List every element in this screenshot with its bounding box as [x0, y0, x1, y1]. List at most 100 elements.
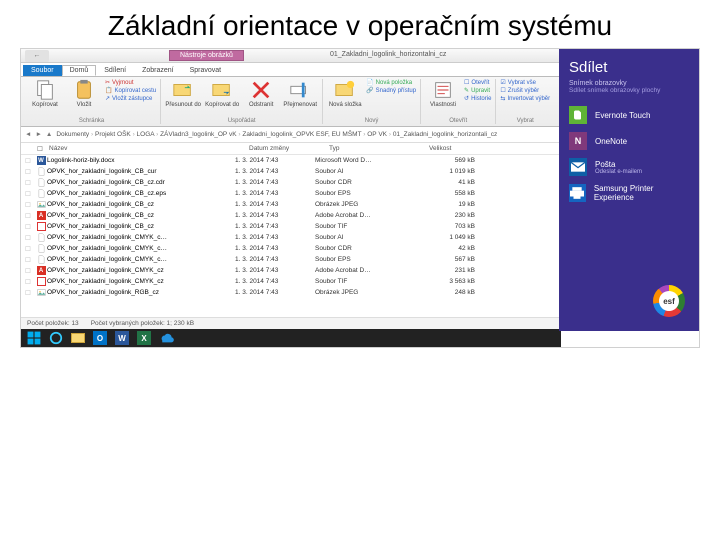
copy-path-button[interactable]: 📋Kopírovat cestu — [105, 87, 156, 94]
select-none-button[interactable]: ☐Zrušit výběr — [500, 87, 550, 94]
row-checkbox[interactable]: ☐ — [25, 245, 35, 253]
charm-app-printer[interactable]: Samsung Printer Experience — [569, 184, 689, 202]
move-to-button[interactable]: Přesunout do — [165, 79, 201, 108]
col-size[interactable]: Velikost — [429, 145, 489, 152]
row-checkbox[interactable]: ☐ — [25, 289, 35, 297]
taskbar-outlook-icon[interactable]: O — [91, 331, 109, 345]
properties-button[interactable]: Vlastnosti — [425, 79, 461, 108]
file-icon — [35, 200, 47, 210]
file-row[interactable]: ☐OPVK_hor_zakladni_logolink_CB_cz.eps1. … — [21, 188, 561, 199]
column-headers[interactable]: ☐ Název Datum změny Typ Velikost — [21, 143, 561, 155]
open-button[interactable]: ☐Otevřít — [464, 79, 491, 86]
ribbon-group-organize: Přesunout do Kopírovat do Odstranit Přej… — [163, 79, 323, 124]
tab-file[interactable]: Soubor — [23, 65, 62, 76]
file-size: 248 kB — [415, 289, 475, 296]
invert-select-button[interactable]: ⇆Invertovat výběr — [500, 95, 550, 102]
col-type[interactable]: Typ — [329, 145, 429, 152]
taskbar-excel-icon[interactable]: X — [135, 331, 153, 345]
file-row[interactable]: ☐OPVK_hor_zakladni_logolink_CMYK_c…1. 3.… — [21, 254, 561, 265]
status-count: Počet položek: 13 — [27, 320, 79, 327]
copyto-icon — [211, 79, 233, 101]
row-checkbox[interactable]: ☐ — [25, 201, 35, 209]
file-date: 1. 3. 2014 7:43 — [235, 278, 315, 285]
address-bar[interactable]: ◄ ► ▲ Dokumenty › Projekt OŠK › LOGA › Z… — [21, 127, 561, 143]
charm-app-label: Samsung Printer Experience — [594, 184, 689, 202]
file-type: Soubor AI — [315, 168, 415, 175]
copy-to-button[interactable]: Kopírovat do — [204, 79, 240, 108]
file-name: OPVK_hor_zakladni_logolink_CMYK_c… — [47, 234, 235, 241]
row-checkbox[interactable]: ☐ — [25, 256, 35, 264]
file-date: 1. 3. 2014 7:43 — [235, 245, 315, 252]
file-icon — [35, 167, 47, 177]
row-checkbox[interactable]: ☐ — [25, 278, 35, 286]
row-checkbox[interactable]: ☐ — [25, 212, 35, 220]
paste-shortcut-button[interactable]: ↗Vložit zástupce — [105, 95, 156, 102]
taskbar-ie-icon[interactable] — [47, 331, 65, 345]
new-folder-button[interactable]: Nová složka — [327, 79, 363, 108]
start-button[interactable] — [25, 331, 43, 345]
taskbar-skydrive-icon[interactable] — [157, 331, 175, 345]
tab-share[interactable]: Sdílení — [96, 65, 134, 76]
file-name: OPVK_hor_zakladni_logolink_CB_cz — [47, 201, 235, 208]
edit-button[interactable]: ✎Upravit — [464, 87, 491, 94]
file-date: 1. 3. 2014 7:43 — [235, 234, 315, 241]
file-row[interactable]: ☐OPVK_hor_zakladni_logolink_CB_cz.cdr1. … — [21, 177, 561, 188]
delete-button[interactable]: Odstranit — [243, 79, 279, 108]
file-row[interactable]: ☐AOPVK_hor_zakladni_logolink_CB_cz1. 3. … — [21, 210, 561, 221]
file-size: 569 kB — [415, 157, 475, 164]
new-item-button[interactable]: 📄Nová položka — [366, 79, 416, 86]
row-checkbox[interactable]: ☐ — [25, 267, 35, 275]
file-type: Soubor TIF — [315, 278, 415, 285]
file-row[interactable]: ☐WLogolink-horiz-bily.docx1. 3. 2014 7:4… — [21, 155, 561, 166]
row-checkbox[interactable]: ☐ — [25, 223, 35, 231]
back-button[interactable]: ← — [25, 50, 49, 62]
file-row[interactable]: ☐OPVK_hor_zakladni_logolink_CB_cz1. 3. 2… — [21, 221, 561, 232]
tab-home[interactable]: Domů — [62, 65, 97, 76]
path-icon: 📋 — [105, 87, 112, 94]
charm-app-mail[interactable]: PoštaOdeslat e-mailem — [569, 158, 689, 176]
paste-button[interactable]: Vložit — [66, 79, 102, 108]
file-row[interactable]: ☐ OPVK_hor_zakladni_logolink_CMYK_c…1. 3.… — [21, 232, 561, 243]
file-size: 1 049 kB — [415, 234, 475, 241]
row-checkbox[interactable]: ☐ — [25, 157, 35, 165]
file-type: Microsoft Word D… — [315, 157, 415, 164]
easy-access-button[interactable]: 🔗Snadný přístup — [366, 87, 416, 94]
row-checkbox[interactable]: ☐ — [25, 234, 35, 242]
cut-button[interactable]: ✂Vyjmout — [105, 79, 156, 86]
file-size: 231 kB — [415, 267, 475, 274]
rename-button[interactable]: Přejmenovat — [282, 79, 318, 108]
taskbar-explorer-icon[interactable] — [69, 331, 87, 345]
taskbar-word-icon[interactable]: W — [113, 331, 131, 345]
nav-forward-icon[interactable]: ► — [35, 131, 41, 138]
selectall-icon: ☑ — [500, 79, 505, 86]
file-row[interactable]: ☐OPVK_hor_zakladni_logolink_CB_cur1. 3. … — [21, 166, 561, 177]
contextual-tab[interactable]: Nástroje obrázků — [169, 50, 244, 61]
nav-up-icon[interactable]: ▲ — [46, 131, 52, 138]
charm-app-evernote[interactable]: Evernote Touch — [569, 106, 689, 124]
file-date: 1. 3. 2014 7:43 — [235, 179, 315, 186]
charm-app-onenote[interactable]: NOneNote — [569, 132, 689, 150]
copy-button[interactable]: Kopírovat — [27, 79, 63, 108]
file-name: OPVK_hor_zakladni_logolink_CB_cz — [47, 223, 235, 230]
history-button[interactable]: ↺Historie — [464, 95, 491, 102]
file-row[interactable]: ☐OPVK_hor_zakladni_logolink_RGB_cz1. 3. … — [21, 287, 561, 298]
row-checkbox[interactable]: ☐ — [25, 168, 35, 176]
nav-back-icon[interactable]: ◄ — [25, 131, 31, 138]
file-row[interactable]: ☐OPVK_hor_zakladni_logolink_CMYK_c…1. 3.… — [21, 243, 561, 254]
row-checkbox[interactable]: ☐ — [25, 190, 35, 198]
select-all-button[interactable]: ☑Vybrat vše — [500, 79, 550, 86]
file-row[interactable]: ☐AOPVK_hor_zakladni_logolink_CMYK_cz1. 3… — [21, 265, 561, 276]
col-name[interactable]: Název — [49, 145, 249, 152]
file-row[interactable]: ☐OPVK_hor_zakladni_logolink_CMYK_cz1. 3.… — [21, 276, 561, 287]
row-checkbox[interactable]: ☐ — [25, 179, 35, 187]
tab-manage[interactable]: Spravovat — [182, 65, 230, 76]
group-label-open: Otevřít — [425, 118, 491, 124]
file-icon: W — [35, 156, 47, 166]
file-size: 567 kB — [415, 256, 475, 263]
rename-icon — [289, 79, 311, 101]
breadcrumb[interactable]: Dokumenty › Projekt OŠK › LOGA › ZÁVladn… — [56, 131, 497, 138]
checkbox-header[interactable]: ☐ — [37, 145, 49, 153]
col-date[interactable]: Datum změny — [249, 145, 329, 152]
tab-view[interactable]: Zobrazení — [134, 65, 182, 76]
file-row[interactable]: ☐OPVK_hor_zakladni_logolink_CB_cz1. 3. 2… — [21, 199, 561, 210]
